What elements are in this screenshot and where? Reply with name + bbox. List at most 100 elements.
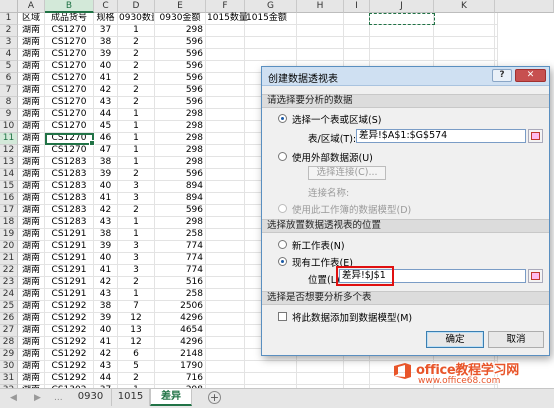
table-cell[interactable]: 湖南 (18, 157, 45, 169)
table-cell[interactable]: CS1291 (45, 289, 94, 301)
table-cell[interactable] (344, 361, 370, 373)
table-cell[interactable]: 12 (118, 313, 155, 325)
column-header-b[interactable]: B (45, 0, 94, 13)
table-cell[interactable] (297, 361, 344, 373)
table-cell[interactable]: 38 (94, 157, 118, 169)
row-header[interactable]: 13 (0, 157, 18, 169)
table-cell[interactable]: 258 (155, 229, 206, 241)
table-cell[interactable]: 1 (118, 145, 155, 157)
table-cell[interactable]: CS1270 (45, 85, 94, 97)
table-cell[interactable]: 37 (94, 25, 118, 37)
table-cell[interactable]: 2 (118, 61, 155, 73)
table-cell[interactable]: 774 (155, 241, 206, 253)
table-cell[interactable]: 42 (94, 205, 118, 217)
table-cell[interactable]: CS1291 (45, 253, 94, 265)
table-cell[interactable]: 2 (118, 37, 155, 49)
table-cell[interactable]: CS1270 (45, 61, 94, 73)
column-header-f[interactable]: F (206, 0, 245, 13)
table-cell[interactable]: 5 (118, 361, 155, 373)
table-cell[interactable] (344, 25, 370, 37)
row-header[interactable]: 8 (0, 97, 18, 109)
table-cell[interactable] (434, 49, 495, 61)
table-cell[interactable]: CS1283 (45, 217, 94, 229)
table-cell[interactable] (434, 37, 495, 49)
table-cell[interactable]: 13 (118, 325, 155, 337)
table-cell[interactable]: 39 (94, 169, 118, 181)
dialog-titlebar[interactable]: 创建数据透视表 ? ✕ (262, 67, 549, 86)
table-cell[interactable]: CS1270 (45, 49, 94, 61)
row-header[interactable]: 18 (0, 217, 18, 229)
table-cell[interactable]: 298 (155, 217, 206, 229)
table-cell[interactable]: 湖南 (18, 133, 45, 145)
table-cell[interactable]: 6 (118, 349, 155, 361)
table-cell[interactable] (206, 73, 245, 85)
table-cell[interactable] (344, 37, 370, 49)
table-cell[interactable]: 1 (118, 121, 155, 133)
row-header[interactable]: 26 (0, 313, 18, 325)
table-cell[interactable]: 2 (118, 85, 155, 97)
row-header[interactable]: 16 (0, 193, 18, 205)
table-cell[interactable]: 44 (94, 109, 118, 121)
table-cell[interactable]: 774 (155, 265, 206, 277)
table-cell[interactable]: 40 (94, 325, 118, 337)
column-header-a[interactable]: A (18, 0, 45, 13)
table-cell[interactable] (344, 49, 370, 61)
table-cell[interactable]: 湖南 (18, 169, 45, 181)
table-cell[interactable]: 42 (94, 349, 118, 361)
tab-scroll-left-icon[interactable]: ◀ (10, 393, 17, 403)
table-cell[interactable] (206, 205, 245, 217)
table-cell[interactable]: 1 (118, 133, 155, 145)
table-cell[interactable] (206, 109, 245, 121)
table-cell[interactable]: CS1283 (45, 205, 94, 217)
table-cell[interactable] (297, 49, 344, 61)
add-sheet-button[interactable]: + (208, 391, 221, 404)
header-cell[interactable]: 1015数量 (206, 13, 248, 25)
table-cell[interactable]: 湖南 (18, 265, 45, 277)
add-to-data-model-checkbox[interactable] (278, 312, 287, 321)
row-header[interactable]: 24 (0, 289, 18, 301)
table-cell[interactable]: 38 (94, 301, 118, 313)
row-header[interactable]: 14 (0, 169, 18, 181)
table-cell[interactable] (206, 37, 245, 49)
table-cell[interactable] (434, 25, 495, 37)
table-cell[interactable] (206, 373, 245, 385)
table-cell[interactable]: 2 (118, 49, 155, 61)
table-cell[interactable]: 39 (94, 49, 118, 61)
row-header[interactable]: 5 (0, 61, 18, 73)
table-cell[interactable]: CS1291 (45, 265, 94, 277)
table-cell[interactable] (495, 25, 498, 37)
row-header[interactable]: 12 (0, 145, 18, 157)
table-cell[interactable]: CS1283 (45, 169, 94, 181)
table-cell[interactable]: 湖南 (18, 217, 45, 229)
table-cell[interactable]: 39 (94, 241, 118, 253)
table-cell[interactable] (495, 49, 498, 61)
label-external-source[interactable]: 使用外部数据源(U) (292, 150, 373, 164)
table-cell[interactable]: 7 (118, 301, 155, 313)
row-header[interactable]: 29 (0, 349, 18, 361)
row-header[interactable]: 15 (0, 181, 18, 193)
row-header[interactable]: 19 (0, 229, 18, 241)
table-cell[interactable]: 42 (94, 277, 118, 289)
table-cell[interactable]: 2506 (155, 301, 206, 313)
table-cell[interactable]: 596 (155, 85, 206, 97)
table-cell[interactable]: 湖南 (18, 61, 45, 73)
table-cell[interactable]: 596 (155, 73, 206, 85)
tab-chayi[interactable]: 差异 (150, 389, 192, 406)
table-cell[interactable]: 894 (155, 181, 206, 193)
table-cell[interactable]: CS1283 (45, 157, 94, 169)
table-cell[interactable]: 湖南 (18, 253, 45, 265)
table-cell[interactable]: CS1291 (45, 277, 94, 289)
table-cell[interactable]: 12 (118, 337, 155, 349)
table-cell[interactable]: 43 (94, 97, 118, 109)
row-header[interactable]: 22 (0, 265, 18, 277)
table-cell[interactable]: 1 (118, 289, 155, 301)
table-cell[interactable]: 湖南 (18, 361, 45, 373)
table-cell[interactable]: 39 (94, 313, 118, 325)
select-all-corner[interactable] (0, 0, 18, 13)
row-header[interactable]: 31 (0, 373, 18, 385)
table-cell[interactable] (370, 25, 434, 37)
row-header[interactable]: 1 (0, 13, 18, 25)
header-cell[interactable] (344, 13, 370, 25)
table-cell[interactable] (245, 49, 297, 61)
table-cell[interactable] (297, 373, 344, 385)
